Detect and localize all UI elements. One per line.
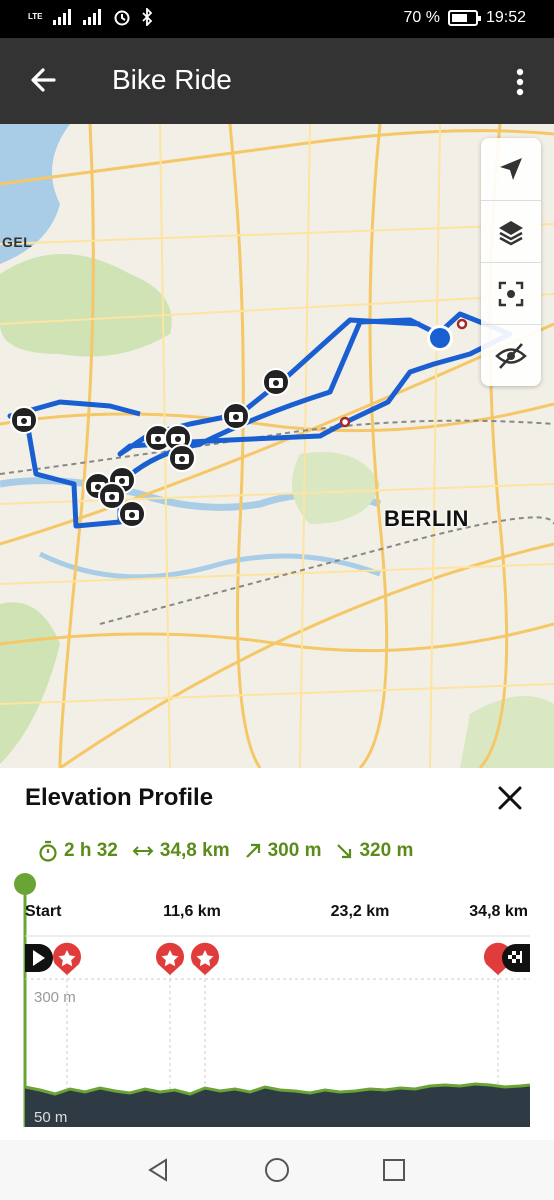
- highlight-marker-1[interactable]: [53, 942, 82, 975]
- photo-marker[interactable]: [118, 500, 146, 528]
- park-area-3: [0, 602, 60, 764]
- start-marker[interactable]: [25, 944, 53, 972]
- elevation-sheet: Elevation Profile 2 h 32 34,8 km 300 m 3…: [0, 768, 554, 1140]
- system-nav-bar: [0, 1140, 554, 1200]
- clock: 19:52: [485, 9, 526, 26]
- edge-label: GEL: [2, 234, 33, 250]
- photo-marker[interactable]: [98, 482, 126, 510]
- locate-button[interactable]: [481, 138, 541, 200]
- tick-34-8: 34,8 km: [469, 903, 528, 920]
- descent-value: 320 m: [359, 840, 414, 861]
- status-bar: LTE 70 % 19:52: [0, 0, 554, 38]
- sheet-title: Elevation Profile: [25, 784, 214, 811]
- signal-icon: [52, 9, 71, 25]
- photo-marker[interactable]: [222, 402, 250, 430]
- circle-home-icon[interactable]: [261, 1154, 293, 1186]
- stat-descent: 320 m: [335, 840, 413, 862]
- scrubber-handle[interactable]: [14, 873, 36, 895]
- map-controls: [481, 138, 541, 386]
- focus-button[interactable]: [481, 262, 541, 324]
- battery-percent: 70 %: [403, 9, 440, 26]
- stopwatch-icon: [39, 840, 57, 862]
- layers-button[interactable]: [481, 200, 541, 262]
- tick-start: Start: [25, 903, 62, 920]
- canal: [38, 551, 381, 580]
- network-type: LTE: [28, 12, 43, 21]
- duration-value: 2 h 32: [64, 840, 118, 861]
- map-view[interactable]: BERLIN GEL: [0, 124, 554, 768]
- bluetooth-icon: [141, 8, 152, 26]
- park-area: [0, 254, 172, 357]
- elev-50: 50 m: [34, 1109, 67, 1126]
- hide-button[interactable]: [481, 324, 541, 386]
- poi-marker[interactable]: [456, 318, 468, 330]
- railways: [0, 419, 554, 625]
- app-bar: Bike Ride: [0, 38, 554, 124]
- finish-marker[interactable]: [502, 944, 530, 972]
- elev-300: 300 m: [34, 989, 76, 1006]
- descent-arrow-icon: [337, 844, 352, 859]
- current-location-icon[interactable]: [430, 328, 450, 348]
- tick-11-6: 11,6 km: [163, 903, 221, 920]
- more-vert-icon[interactable]: [506, 62, 534, 102]
- minor-roads: [0, 124, 554, 768]
- stat-distance: 34,8 km: [132, 840, 230, 862]
- battery-icon: [447, 10, 481, 26]
- layers-icon: [499, 220, 523, 245]
- focus-icon: [498, 281, 524, 306]
- square-recents-icon[interactable]: [378, 1154, 410, 1186]
- park-area-4: [460, 696, 554, 768]
- triangle-back-icon[interactable]: [142, 1154, 174, 1186]
- navigation-arrow-icon: [500, 158, 522, 180]
- city-label: BERLIN: [384, 506, 469, 531]
- distance-arrows-icon: [132, 846, 154, 856]
- hide-icon: [495, 342, 527, 369]
- photo-marker[interactable]: [168, 444, 196, 472]
- page-title: Bike Ride: [112, 64, 232, 95]
- highlight-marker-2[interactable]: [156, 942, 185, 975]
- route-stats: 2 h 32 34,8 km 300 m 320 m: [38, 840, 413, 862]
- arrow-back-icon[interactable]: [24, 60, 64, 100]
- stat-ascent: 300 m: [244, 840, 322, 862]
- close-icon[interactable]: [494, 782, 526, 814]
- distance-value: 34,8 km: [159, 840, 230, 861]
- stat-duration: 2 h 32: [38, 840, 118, 862]
- ascent-value: 300 m: [267, 840, 322, 861]
- signal-icon-2: [82, 9, 101, 25]
- alarm-icon: [114, 10, 130, 26]
- elevation-profile-chart[interactable]: Start 11,6 km 23,2 km 34,8 km 300 m 50 m: [0, 872, 554, 1140]
- ascent-arrow-icon: [245, 843, 260, 858]
- tick-23-2: 23,2 km: [331, 903, 390, 920]
- photo-marker[interactable]: [262, 368, 290, 396]
- photo-marker[interactable]: [10, 406, 38, 434]
- map-canvas: [0, 124, 554, 768]
- poi-marker-2[interactable]: [339, 416, 351, 428]
- highlight-marker-3[interactable]: [191, 942, 219, 975]
- major-roads: [0, 124, 554, 768]
